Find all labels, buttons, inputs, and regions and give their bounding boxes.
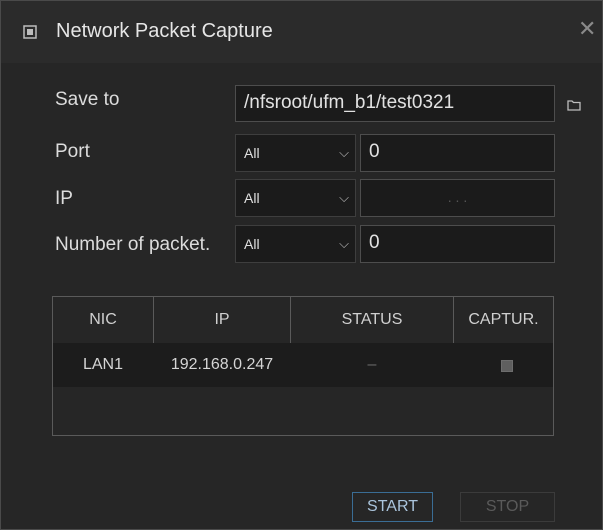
chevron-down-icon: ⌵ — [339, 236, 349, 251]
row-status: – — [367, 356, 377, 373]
port-select[interactable]: All ⌵ — [235, 134, 356, 172]
dialog-title: Network Packet Capture — [56, 20, 273, 42]
save-to-label: Save to — [55, 89, 120, 110]
nic-table: NIC IP STATUS CAPTUR. LAN1 192.168.0.247… — [52, 296, 554, 436]
close-icon[interactable]: ✕ — [578, 17, 596, 41]
ip-label: IP — [55, 188, 73, 209]
packet-count-select[interactable]: All ⌵ — [235, 225, 356, 263]
column-header-nic: NIC — [89, 311, 117, 328]
row-nic: LAN1 — [82, 356, 124, 373]
row-ip: 192.168.0.247 — [170, 356, 274, 373]
table-header: NIC IP STATUS CAPTUR. — [53, 297, 553, 344]
port-select-value: All — [244, 145, 260, 161]
capture-icon — [23, 25, 37, 39]
ip-address-input[interactable]: . . . — [360, 179, 555, 217]
table-row[interactable]: LAN1 192.168.0.247 – — [53, 343, 553, 387]
start-button[interactable]: START — [352, 492, 433, 522]
packet-count-label: Number of packet. — [55, 234, 211, 255]
port-label: Port — [55, 141, 90, 162]
column-header-ip: IP — [214, 311, 230, 328]
chevron-down-icon: ⌵ — [339, 190, 349, 205]
ip-select-value: All — [244, 190, 260, 206]
folder-icon[interactable] — [567, 99, 581, 111]
column-header-capture: CAPTUR. — [468, 311, 539, 328]
packet-count-input[interactable]: 0 — [360, 225, 555, 263]
chevron-down-icon: ⌵ — [339, 145, 349, 160]
column-header-status: STATUS — [341, 311, 403, 328]
port-input[interactable]: 0 — [360, 134, 555, 172]
title-bar: Network Packet Capture ✕ — [1, 1, 602, 63]
empty-table-row — [53, 387, 553, 435]
ip-select[interactable]: All ⌵ — [235, 179, 356, 217]
packet-count-select-value: All — [244, 236, 260, 252]
packet-capture-dialog: Network Packet Capture ✕ Save to /nfsroo… — [0, 0, 603, 530]
checkbox-checked-icon[interactable] — [501, 360, 513, 372]
stop-button[interactable]: STOP — [460, 492, 555, 522]
save-path-input[interactable]: /nfsroot/ufm_b1/test0321 — [235, 85, 555, 122]
